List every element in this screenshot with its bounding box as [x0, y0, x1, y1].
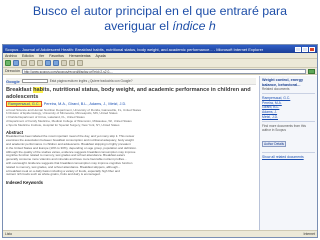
- record-main: Google Está página está en inglés ¿Quier…: [3, 76, 259, 230]
- keywords-heading: Indexed Keywords: [6, 180, 44, 186]
- sidebar-title: Weight control, energy balance, behavior…: [262, 78, 304, 87]
- status-text: Listo: [5, 232, 13, 236]
- address-input[interactable]: http://www.scopus.com/scopus/record/disp…: [21, 68, 306, 74]
- favorites-icon[interactable]: [53, 60, 59, 66]
- back-icon[interactable]: [5, 60, 11, 66]
- abstract-text: Breakfast has been labeled the most impo…: [6, 135, 256, 177]
- caption-line-2-prefix: averiguar el: [104, 19, 173, 33]
- maximize-button[interactable]: [302, 46, 308, 52]
- status-bar: Listo Internet: [3, 230, 317, 237]
- window-controls: [295, 46, 315, 52]
- minimize-button[interactable]: [295, 46, 301, 52]
- slide-caption: Busco el autor principal en el que entra…: [6, 4, 314, 34]
- menu-ayuda[interactable]: Ayuda: [96, 54, 106, 58]
- window-title: Scopus - Journal of Adolescent Health: B…: [5, 46, 264, 52]
- sidebar-divider: [262, 152, 315, 154]
- sidebar-subtitle: Related documents: [262, 87, 290, 92]
- browser-screenshot: Scopus - Journal of Adolescent Health: B…: [2, 44, 318, 238]
- print-icon[interactable]: [77, 60, 83, 66]
- caption-emphasis: índice h: [172, 19, 216, 33]
- address-bar: Dirección http://www.scopus.com/scopus/r…: [3, 68, 317, 75]
- author-details-button[interactable]: Author Details: [262, 141, 287, 148]
- title-highlight: hab: [33, 87, 44, 93]
- history-icon[interactable]: [61, 60, 67, 66]
- google-logo: Google: [6, 78, 20, 84]
- stop-icon[interactable]: [21, 60, 27, 66]
- search-icon[interactable]: [45, 60, 51, 66]
- affiliations: a Food Science and Human Nutrition Depar…: [6, 109, 256, 128]
- google-search-input[interactable]: [21, 79, 48, 83]
- abstract-line: nutrient rich foods such as whole grains…: [6, 173, 101, 177]
- sidebar-divider: [262, 121, 315, 123]
- go-button[interactable]: [308, 68, 315, 74]
- show-all-related-link[interactable]: Show all related documents: [262, 155, 315, 160]
- sidebar-note: Find more documents from this author in …: [262, 124, 306, 133]
- other-authors[interactable]: , Pereira, M.A., Girard, B.L., Adams, J.…: [42, 102, 127, 106]
- menu-herramientas[interactable]: Herramientas: [69, 54, 91, 58]
- menu-archivo[interactable]: Archivo: [5, 54, 17, 58]
- affiliation-item: e Sports Medicine Institute, Hospital fo…: [6, 123, 120, 127]
- slide: Busco el autor principal en el que entra…: [0, 0, 320, 240]
- author-list: Rampersaud, G.C., Pereira, M.A., Girard,…: [6, 101, 256, 107]
- title-part-2: its, nutritional status, body weight, an…: [6, 87, 251, 100]
- article-title: Breakfast habits, nutritional status, bo…: [6, 87, 256, 100]
- page-content: Google Está página está en inglés ¿Quier…: [3, 76, 317, 230]
- google-toolbar: Google Está página está en inglés ¿Quier…: [6, 78, 256, 85]
- menu-ver[interactable]: Ver: [39, 54, 44, 58]
- title-part-1: Breakfast: [6, 87, 34, 93]
- sidebar-divider: [262, 93, 315, 95]
- caption-line-1: Busco el autor principal en el que entra…: [32, 4, 288, 18]
- google-translate-prompt[interactable]: Está página está en inglés ¿Quiere tradu…: [50, 79, 133, 83]
- address-label: Dirección: [5, 69, 20, 73]
- sidebar-author-link[interactable]: Metzl, J.D.: [262, 115, 315, 120]
- zone-text: Internet: [303, 232, 316, 236]
- caption-line-2: averiguar el índice h: [6, 19, 314, 34]
- menu-edicion[interactable]: Edición: [22, 54, 34, 58]
- window-titlebar: Scopus - Journal of Adolescent Health: B…: [3, 45, 317, 53]
- menu-favoritos[interactable]: Favoritos: [49, 54, 64, 58]
- browser-toolbar: [3, 59, 317, 68]
- mail-icon[interactable]: [69, 60, 75, 66]
- home-icon[interactable]: [37, 60, 43, 66]
- forward-icon[interactable]: [13, 60, 19, 66]
- close-button[interactable]: [309, 46, 315, 52]
- refresh-icon[interactable]: [29, 60, 35, 66]
- first-author-link[interactable]: Rampersaud, G.C.: [6, 101, 42, 107]
- related-sidebar: Weight control, energy balance, behavior…: [259, 76, 317, 230]
